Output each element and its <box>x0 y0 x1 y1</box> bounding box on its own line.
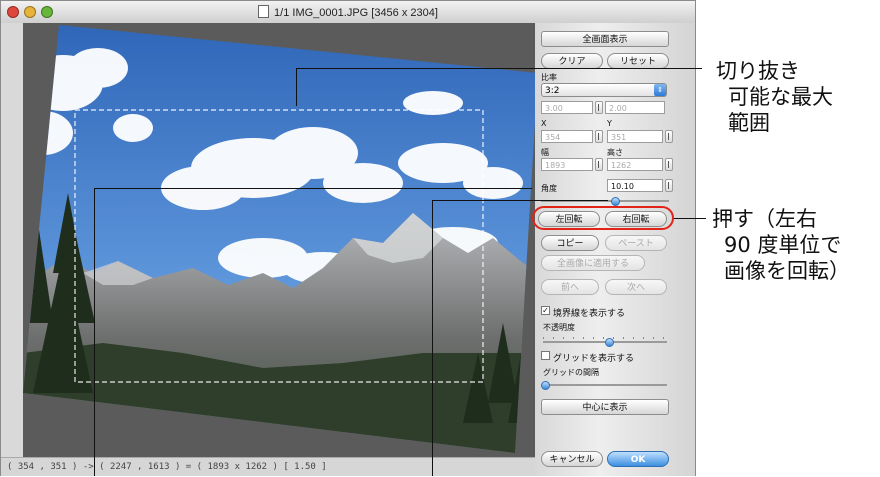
width-label: 幅 <box>541 148 549 157</box>
grid-spacing-slider-knob[interactable] <box>541 381 550 390</box>
chevron-updown-icon: ⇕ <box>654 84 666 96</box>
show-border-checkbox[interactable]: ✓ <box>541 306 550 315</box>
grid-spacing-slider-track[interactable] <box>543 384 667 386</box>
rotate-callout: 押す（左右 90 度単位で 画像を回転） <box>712 206 880 284</box>
crop-range-callout-line-1: 切り抜き <box>716 59 800 83</box>
ratio-width-field[interactable]: 3.00 <box>541 101 593 114</box>
rotate-callout-line-3: 画像を回転） <box>724 259 850 283</box>
grid-spacing-label: グリッドの間隔 <box>543 368 599 377</box>
angle-leader-horizontal-left <box>94 188 532 189</box>
ratio-width-stepper[interactable] <box>595 101 603 114</box>
previous-button[interactable]: 前へ <box>541 279 599 295</box>
copy-button[interactable]: コピー <box>541 235 599 251</box>
x-field[interactable]: 354 <box>541 130 593 143</box>
rotated-photo <box>23 23 535 457</box>
width-field[interactable]: 1893 <box>541 158 593 171</box>
crop-range-callout-line-2: 可能な最大 <box>728 85 833 109</box>
ratio-height-field[interactable]: 2.00 <box>605 101 665 114</box>
crop-range-callout-line-3: 範囲 <box>728 111 770 135</box>
y-stepper[interactable] <box>665 130 673 143</box>
next-button[interactable]: 次へ <box>605 279 667 295</box>
angle-stepper[interactable] <box>665 179 673 192</box>
angle-slider-knob[interactable] <box>611 197 620 206</box>
crop-window: 1/1 IMG_0001.JPG [3456 x 2304] (354 , 3… <box>0 0 696 476</box>
window-title-text: 1/1 IMG_0001.JPG [3456 x 2304] <box>274 7 438 19</box>
x-label: X <box>541 119 547 128</box>
clear-button[interactable]: クリア <box>541 53 603 69</box>
ok-button[interactable]: OK <box>607 451 669 467</box>
image-canvas[interactable] <box>23 23 535 457</box>
angle-leader-horizontal-right <box>432 200 608 201</box>
height-stepper[interactable] <box>665 158 673 171</box>
fit-to-screen-button[interactable]: 全画面表示 <box>541 31 669 47</box>
height-label: 高さ <box>607 148 623 157</box>
y-label: Y <box>607 119 612 128</box>
rotate-leader-horizontal <box>674 218 706 219</box>
crop-range-callout: 切り抜き 可能な最大 範囲 <box>716 58 876 136</box>
angle-leader-vertical-right <box>432 200 433 476</box>
crop-range-leader-vertical <box>296 68 297 106</box>
title-bar: 1/1 IMG_0001.JPG [3456 x 2304] <box>1 1 695 24</box>
control-panel: 全画面表示 クリア リセット 比率 3:2 ⇕ 3.00 2.00 X Y 354… <box>535 23 695 476</box>
crop-status-text: ( 354 , 351 ) -> ( 2247 , 1613 ) = ( 189… <box>7 462 327 472</box>
center-view-button[interactable]: 中心に表示 <box>541 399 669 415</box>
document-icon <box>258 5 270 18</box>
reset-button[interactable]: リセット <box>607 53 669 69</box>
paste-button[interactable]: ペースト <box>605 235 667 251</box>
window-title: 1/1 IMG_0001.JPG [3456 x 2304] <box>1 5 695 19</box>
rotate-callout-line-2: 90 度単位で <box>724 233 842 257</box>
x-stepper[interactable] <box>595 130 603 143</box>
ratio-select-value: 3:2 <box>545 86 560 96</box>
width-stepper[interactable] <box>595 158 603 171</box>
rotate-buttons-highlight <box>532 206 674 230</box>
left-edge-strip <box>1 23 24 457</box>
angle-leader-vertical-left <box>94 188 95 476</box>
y-field[interactable]: 351 <box>607 130 663 143</box>
ratio-label: 比率 <box>541 73 557 82</box>
status-bar: ( 354 , 351 ) -> ( 2247 , 1613 ) = ( 189… <box>1 457 535 476</box>
angle-field[interactable]: 10.10 <box>607 179 663 192</box>
cancel-button[interactable]: キャンセル <box>541 451 603 467</box>
crop-range-leader-horizontal <box>296 68 702 69</box>
opacity-label: 不透明度 <box>543 323 575 332</box>
apply-all-button[interactable]: 全画像に適用する <box>541 255 645 271</box>
opacity-slider-knob[interactable] <box>605 338 614 347</box>
angle-label: 角度 <box>541 184 557 193</box>
show-grid-label: グリッドを表示する <box>553 354 635 364</box>
show-border-label: 境界線を表示する <box>553 309 626 319</box>
rotate-callout-line-1: 押す（左右 <box>712 207 817 231</box>
show-grid-checkbox[interactable] <box>541 351 550 360</box>
height-field[interactable]: 1262 <box>607 158 663 171</box>
ratio-select[interactable]: 3:2 ⇕ <box>541 83 667 97</box>
